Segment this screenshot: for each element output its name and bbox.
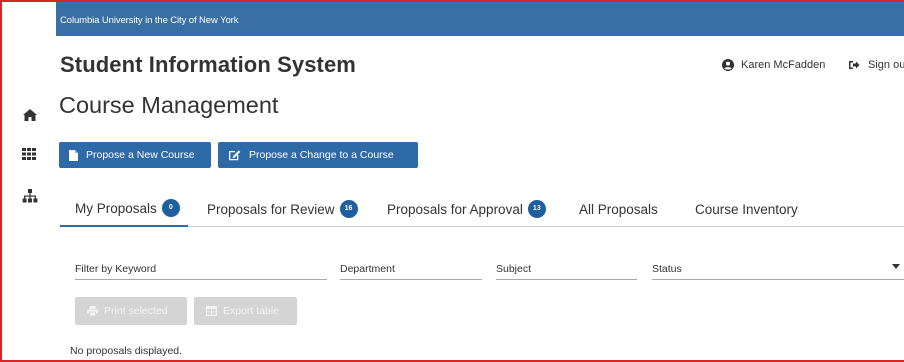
- page-title: Course Management: [59, 92, 279, 118]
- sign-out-icon: [849, 61, 860, 69]
- export-table-label: Export table: [223, 305, 280, 317]
- count-badge: 13: [527, 200, 546, 218]
- home-icon[interactable]: [22, 108, 40, 124]
- print-icon: [87, 306, 98, 316]
- sitemap-icon[interactable]: [22, 189, 40, 205]
- empty-state-message: No proposals displayed.: [70, 345, 183, 357]
- count-badge: 16: [339, 200, 358, 218]
- sign-out-label: Sign ou: [868, 59, 904, 71]
- propose-change-label: Propose a Change to a Course: [249, 149, 394, 161]
- input-underline: [75, 279, 327, 280]
- propose-change-button[interactable]: Propose a Change to a Course: [218, 142, 418, 168]
- input-underline: [340, 279, 482, 280]
- subject-filter-input[interactable]: Subject: [496, 259, 637, 280]
- propose-new-course-label: Propose a New Course: [86, 149, 195, 161]
- count-badge: 0: [161, 199, 180, 217]
- export-table-button[interactable]: Export table: [194, 297, 297, 325]
- tab-my-proposals[interactable]: My Proposals 0: [60, 191, 188, 227]
- proposal-tabs: My Proposals 0 Proposals for Review 16 P…: [60, 191, 904, 227]
- tab-label: My Proposals: [75, 200, 157, 216]
- file-icon: [69, 149, 78, 161]
- tab-proposals-for-review[interactable]: Proposals for Review 16: [207, 191, 358, 227]
- sign-out-link[interactable]: Sign ou: [848, 59, 904, 71]
- sidebar: [2, 2, 56, 360]
- keyword-filter-placeholder: Filter by Keyword: [75, 263, 157, 275]
- subject-filter-placeholder: Subject: [496, 263, 532, 275]
- table-icon: [206, 306, 217, 316]
- caret-down-icon: [892, 264, 900, 269]
- app-title: Student Information System: [60, 52, 356, 77]
- tab-all-proposals[interactable]: All Proposals: [579, 191, 658, 227]
- status-filter-select[interactable]: Status: [652, 259, 904, 280]
- status-filter-placeholder: Status: [652, 263, 682, 275]
- input-underline: [652, 279, 904, 280]
- tab-label: Proposals for Approval: [387, 201, 523, 217]
- user-icon: [722, 59, 734, 71]
- keyword-filter-input[interactable]: Filter by Keyword: [75, 259, 327, 280]
- department-filter-input[interactable]: Department: [340, 259, 482, 280]
- grid-icon[interactable]: [22, 148, 40, 164]
- tab-course-inventory[interactable]: Course Inventory: [695, 191, 798, 227]
- tab-proposals-for-approval[interactable]: Proposals for Approval 13: [387, 191, 546, 227]
- department-filter-placeholder: Department: [340, 263, 395, 275]
- user-menu[interactable]: Karen McFadden: [722, 59, 825, 71]
- institution-bar: Columbia University in the City of New Y…: [56, 2, 904, 36]
- user-name: Karen McFadden: [741, 59, 826, 71]
- institution-name: Columbia University in the City of New Y…: [60, 15, 239, 26]
- tab-label: Course Inventory: [695, 201, 798, 217]
- propose-new-course-button[interactable]: Propose a New Course: [59, 142, 211, 168]
- tab-label: Proposals for Review: [207, 201, 335, 217]
- print-selected-label: Print selected: [104, 305, 168, 317]
- edit-icon: [229, 150, 241, 161]
- print-selected-button[interactable]: Print selected: [75, 297, 187, 325]
- tab-label: All Proposals: [579, 201, 658, 217]
- input-underline: [496, 279, 637, 280]
